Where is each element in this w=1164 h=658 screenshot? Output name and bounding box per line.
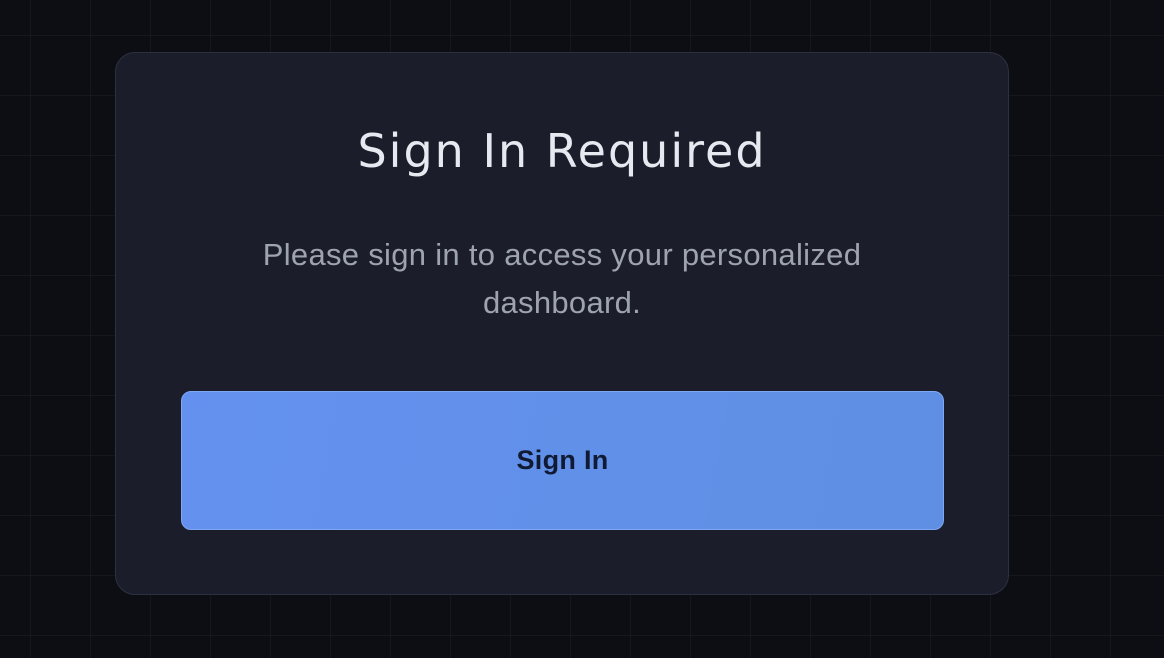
sign-in-required-card: Sign In Required Please sign in to acces…	[115, 52, 1009, 595]
dialog-message: Please sign in to access your personaliz…	[262, 237, 862, 320]
dialog-title: Sign In Required	[357, 124, 767, 178]
sign-in-button[interactable]: Sign In	[181, 391, 944, 530]
